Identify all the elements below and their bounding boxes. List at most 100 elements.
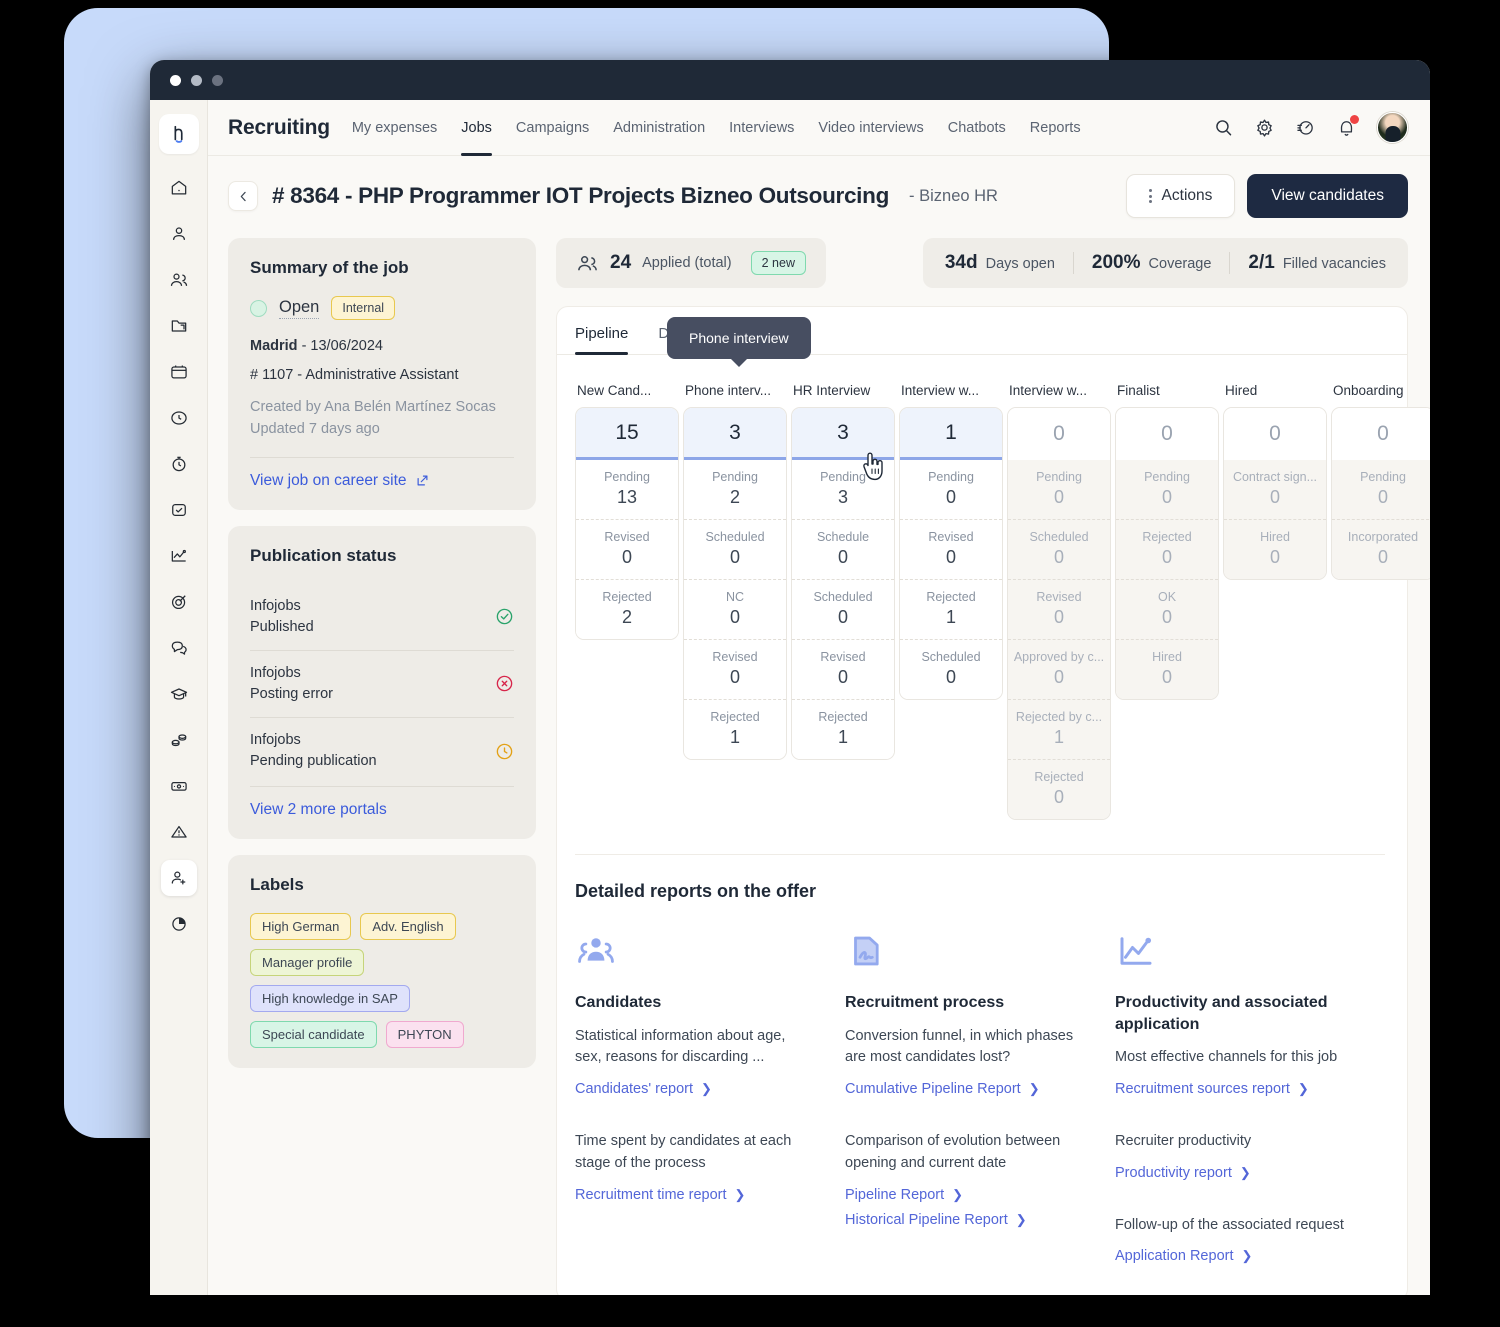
- pipeline-stage-onboarding[interactable]: Onboarding 0 Pending 0: [1331, 383, 1430, 580]
- nav-link-jobs[interactable]: Jobs: [461, 100, 492, 156]
- pipeline-stage-interview-with-5[interactable]: Interview w... 0 Pending 0: [1007, 383, 1111, 820]
- pipeline-stage-hired[interactable]: Hired 0 Contract sign... 0: [1223, 383, 1327, 580]
- nav-link-campaigns[interactable]: Campaigns: [516, 100, 589, 156]
- nav-link-my-expenses[interactable]: My expenses: [352, 100, 437, 156]
- view-job-career-site-link[interactable]: View job on career site: [250, 472, 430, 490]
- stage-metric-label: Pending: [1120, 470, 1214, 484]
- label-chip[interactable]: High knowledge in SAP: [250, 985, 410, 1012]
- pipeline-stage-new-candidates[interactable]: New Cand... 15 Pending 13: [575, 383, 679, 640]
- report-link-label: Recruitment time report: [575, 1187, 727, 1203]
- page-title: # 8364 - PHP Programmer IOT Projects Biz…: [272, 183, 889, 209]
- sidebar-item-goals[interactable]: [161, 584, 197, 620]
- sidebar-item-documents[interactable]: [161, 308, 197, 344]
- report-desc: Time spent by candidates at each stage o…: [575, 1131, 815, 1175]
- stage-metric: Revised 0: [576, 519, 678, 579]
- report-link-candidates-report[interactable]: Candidates' report ❯: [575, 1081, 712, 1097]
- stage-name: Hired: [1223, 383, 1327, 398]
- window-dot-minimize[interactable]: [191, 75, 202, 86]
- pipeline-stage-finalist[interactable]: Finalist 0 Pending 0: [1115, 383, 1219, 700]
- nav-link-interviews[interactable]: Interviews: [729, 100, 794, 156]
- label-chip[interactable]: PHYTON: [386, 1021, 464, 1048]
- job-metrics-box: 34d Days open 200% Coverage 2/1 Filled v…: [923, 238, 1408, 288]
- stage-metric: Rejected 1: [684, 699, 786, 759]
- publication-row[interactable]: Infojobs Pending publication: [250, 717, 514, 784]
- stage-metric: Incorporated 0: [1332, 519, 1430, 579]
- label-chip[interactable]: High German: [250, 913, 351, 940]
- sidebar-item-training[interactable]: [161, 676, 197, 712]
- search-icon[interactable]: [1213, 117, 1234, 138]
- report-desc: Conversion funnel, in which phases are m…: [845, 1026, 1085, 1070]
- pipeline-stage-phone-interview[interactable]: Phone interv... 3 Pending 2: [683, 383, 787, 760]
- stage-metric: Contract sign... 0: [1224, 460, 1326, 519]
- actions-button-label: Actions: [1162, 187, 1213, 205]
- sidebar-item-analytics[interactable]: [161, 538, 197, 574]
- sidebar-item-employees[interactable]: [161, 262, 197, 298]
- gear-icon[interactable]: [1254, 117, 1275, 138]
- header-actions: Actions View candidates: [1126, 174, 1408, 218]
- sidebar-item-expenses[interactable]: [161, 768, 197, 804]
- stage-metric: Revised 0: [900, 519, 1002, 579]
- stage-metric-value: 0: [1228, 547, 1322, 568]
- tab-pipeline[interactable]: Pipeline: [575, 325, 628, 354]
- pipeline-stage-hr-interview[interactable]: HR Interview 3 Pending 3: [791, 383, 895, 760]
- stage-metric-value: 1: [796, 727, 890, 748]
- window-dot-close[interactable]: [170, 75, 181, 86]
- report-column-candidates: Candidates Statistical information about…: [575, 930, 845, 1272]
- metric-value: 200%: [1092, 252, 1141, 274]
- stage-card: 0 Pending 0 Incorporated 0: [1331, 407, 1430, 580]
- bell-icon[interactable]: [1336, 117, 1357, 138]
- nav-link-reports[interactable]: Reports: [1030, 100, 1081, 156]
- sidebar-item-calendar[interactable]: [161, 354, 197, 390]
- label-chip[interactable]: Special candidate: [250, 1021, 377, 1048]
- report-link-label: Candidates' report: [575, 1081, 693, 1097]
- view-candidates-button[interactable]: View candidates: [1247, 174, 1408, 218]
- nav-links: My expenses Jobs Campaigns Administratio…: [352, 100, 1081, 156]
- report-link-productivity-report[interactable]: Productivity report ❯: [1115, 1165, 1251, 1181]
- nav-link-administration[interactable]: Administration: [613, 100, 705, 156]
- report-link-recruitment-sources-report[interactable]: Recruitment sources report ❯: [1115, 1081, 1309, 1097]
- report-link-cumulative-pipeline-report[interactable]: Cumulative Pipeline Report ❯: [845, 1081, 1040, 1097]
- report-link-pipeline-report[interactable]: Pipeline Report ❯: [845, 1187, 963, 1203]
- label-chip[interactable]: Manager profile: [250, 949, 364, 976]
- stage-total: 3: [792, 408, 894, 460]
- publication-row[interactable]: Infojobs Posting error: [250, 650, 514, 717]
- stage-metrics: Pending 0 Revised 0 Rejected: [900, 460, 1002, 699]
- stage-metric: OK 0: [1116, 579, 1218, 639]
- actions-button[interactable]: Actions: [1126, 174, 1236, 218]
- nav-link-chatbots[interactable]: Chatbots: [948, 100, 1006, 156]
- status-badge[interactable]: Open: [279, 298, 319, 319]
- sidebar-item-alerts[interactable]: [161, 814, 197, 850]
- summary-location-line: Madrid - 13/06/2024: [250, 338, 514, 354]
- sidebar-item-payroll[interactable]: [161, 722, 197, 758]
- nav-link-video-interviews[interactable]: Video interviews: [818, 100, 923, 156]
- label-chip[interactable]: Adv. English: [360, 913, 455, 940]
- publication-portal: Infojobs: [250, 663, 333, 684]
- sidebar-item-time[interactable]: [161, 400, 197, 436]
- sidebar-item-stopwatch[interactable]: [161, 446, 197, 482]
- document-signature-icon: [845, 930, 1085, 976]
- publication-row[interactable]: Infojobs Published: [250, 584, 514, 650]
- sidebar-item-tasks[interactable]: [161, 492, 197, 528]
- stage-metric-value: 0: [796, 607, 890, 628]
- back-button[interactable]: [228, 181, 258, 211]
- report-link-application-report[interactable]: Application Report ❯: [1115, 1248, 1252, 1264]
- app-logo[interactable]: [159, 114, 199, 154]
- sidebar-item-profile[interactable]: [161, 216, 197, 252]
- view-more-portals-link[interactable]: View 2 more portals: [250, 801, 387, 819]
- window-dot-maximize[interactable]: [212, 75, 223, 86]
- stage-metric: Rejected by c... 1: [1008, 699, 1110, 759]
- stage-tooltip: Phone interview: [667, 317, 811, 359]
- sidebar-item-reports[interactable]: [161, 906, 197, 942]
- report-link-historical-pipeline-report[interactable]: Historical Pipeline Report ❯: [845, 1212, 1027, 1228]
- chevron-right-icon: ❯: [1242, 1248, 1253, 1264]
- stage-total: 0: [1008, 408, 1110, 460]
- speedometer-icon[interactable]: [1295, 117, 1316, 138]
- stage-metric-value: 0: [1120, 607, 1214, 628]
- sidebar-item-messages[interactable]: [161, 630, 197, 666]
- pipeline-stage-interview-with-4[interactable]: Interview w... 1 Pending 0: [899, 383, 1003, 700]
- stage-card: 3 Pending 2 Scheduled 0: [683, 407, 787, 760]
- sidebar-item-home[interactable]: [161, 170, 197, 206]
- sidebar-item-recruiting[interactable]: [161, 860, 197, 896]
- report-link-recruitment-time-report[interactable]: Recruitment time report ❯: [575, 1187, 745, 1203]
- avatar[interactable]: [1377, 112, 1408, 143]
